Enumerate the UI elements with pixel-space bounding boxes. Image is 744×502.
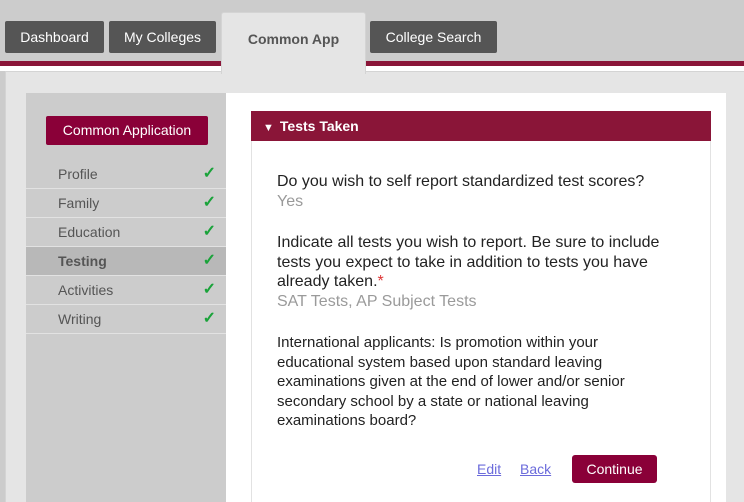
sidebar-item-education[interactable]: Education ✓ xyxy=(26,218,226,247)
sidebar-item-label: Family xyxy=(58,195,100,211)
sidebar-title-button[interactable]: Common Application xyxy=(46,116,208,145)
sidebar-item-profile[interactable]: Profile ✓ xyxy=(26,160,226,189)
question-self-report: Do you wish to self report standardized … xyxy=(277,173,645,190)
tab-college-search[interactable]: College Search xyxy=(370,21,497,53)
sidebar-item-family[interactable]: Family ✓ xyxy=(26,189,226,218)
required-asterisk: * xyxy=(377,273,384,290)
question-international: International applicants: Is promotion w… xyxy=(277,334,625,429)
sidebar: Common Application Profile ✓ Family ✓ Ed… xyxy=(26,93,235,502)
sidebar-list: Profile ✓ Family ✓ Education ✓ Testing ✓… xyxy=(26,160,235,334)
panel-title: Tests Taken xyxy=(279,118,359,134)
sidebar-item-label: Writing xyxy=(58,311,102,327)
checkmark-icon: ✓ xyxy=(202,310,216,327)
continue-button[interactable]: Continue xyxy=(572,455,657,483)
sidebar-item-label: Profile xyxy=(58,166,98,182)
back-link[interactable]: Back xyxy=(520,461,551,477)
sidebar-item-testing[interactable]: Testing ✓ xyxy=(26,247,235,276)
panel-body xyxy=(251,141,711,502)
question-tests-to-report: Indicate all tests you wish to report. B… xyxy=(277,233,697,292)
checkmark-icon: ✓ xyxy=(202,223,216,240)
tab-dashboard[interactable]: Dashboard xyxy=(5,21,104,53)
answer-tests-to-report: SAT Tests, AP Subject Tests xyxy=(277,293,477,310)
sidebar-item-label: Activities xyxy=(58,282,114,298)
checkmark-icon: ✓ xyxy=(202,252,216,269)
sidebar-item-label: Education xyxy=(58,224,121,240)
checkmark-icon: ✓ xyxy=(202,165,216,182)
tab-my-colleges[interactable]: My Colleges xyxy=(109,21,216,53)
tests-taken-header[interactable]: ▼ Tests Taken xyxy=(251,111,711,141)
sidebar-item-label: Testing xyxy=(58,253,107,269)
tab-common-app[interactable]: Common App xyxy=(221,12,366,74)
question-text: Indicate all tests you wish to report. B… xyxy=(277,234,660,290)
answer-self-report: Yes xyxy=(277,193,304,210)
collapse-triangle-icon: ▼ xyxy=(263,122,274,134)
sidebar-item-activities[interactable]: Activities ✓ xyxy=(26,276,226,305)
edit-link[interactable]: Edit xyxy=(477,461,501,477)
sidebar-item-writing[interactable]: Writing ✓ xyxy=(26,305,226,334)
checkmark-icon: ✓ xyxy=(202,194,216,211)
checkmark-icon: ✓ xyxy=(202,281,216,298)
divider xyxy=(0,66,744,71)
